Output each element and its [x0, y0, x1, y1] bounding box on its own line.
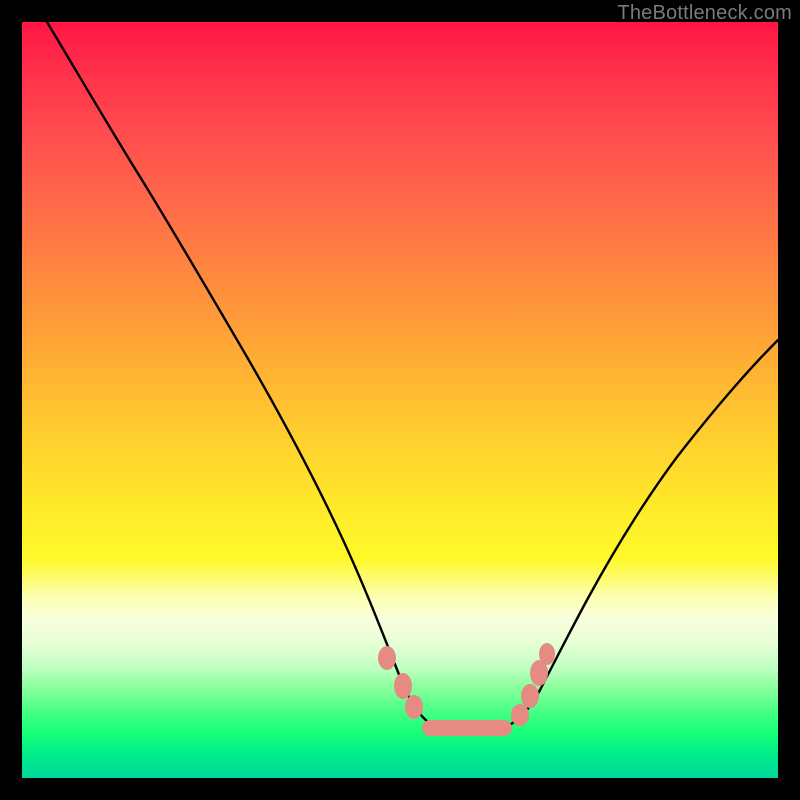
watermark-text: TheBottleneck.com	[617, 2, 792, 25]
marker	[394, 673, 412, 699]
marker-group	[378, 643, 555, 736]
curve-layer	[22, 22, 778, 778]
chart-frame: TheBottleneck.com	[0, 0, 800, 800]
plot-area	[22, 22, 778, 778]
bottleneck-curve	[47, 22, 778, 733]
marker	[422, 720, 512, 736]
marker	[521, 684, 539, 708]
marker	[539, 643, 555, 665]
marker	[405, 695, 423, 719]
marker	[511, 704, 529, 726]
marker	[378, 646, 396, 670]
